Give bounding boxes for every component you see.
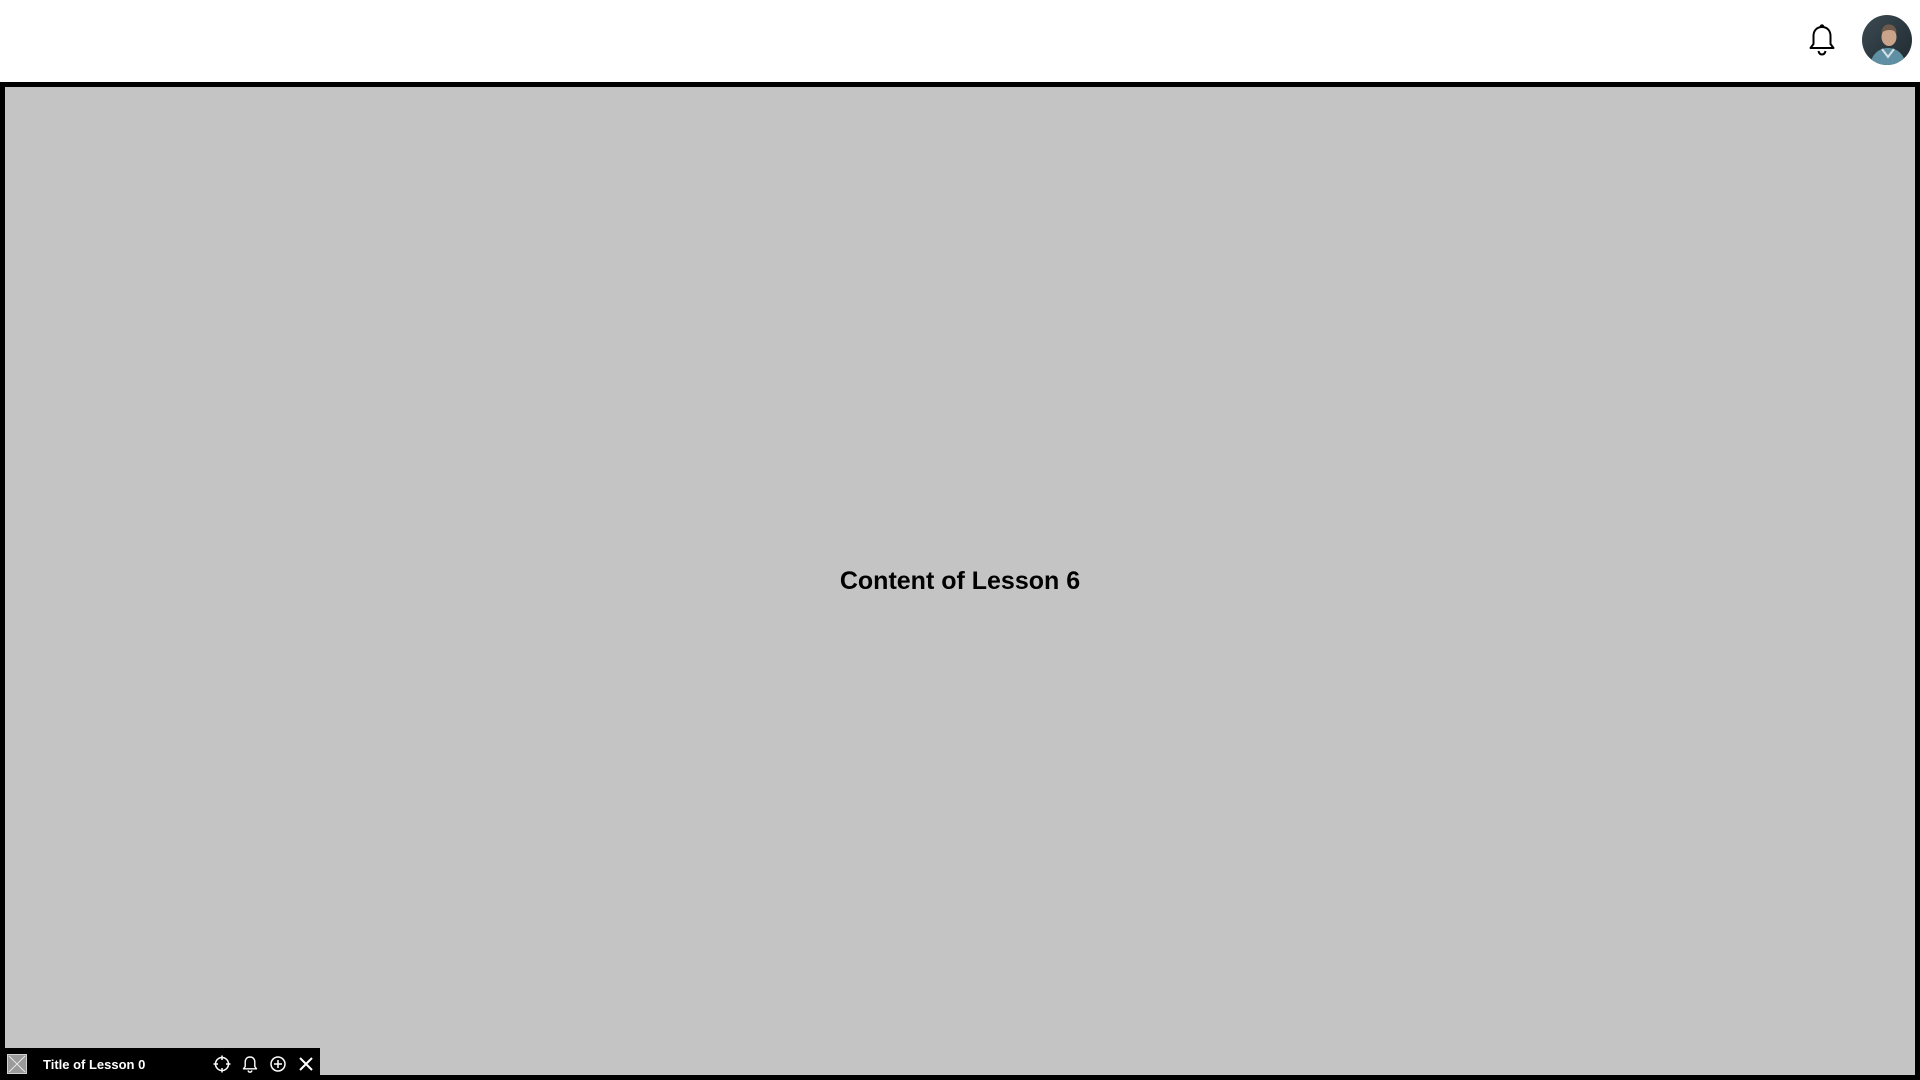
- user-avatar: [1862, 15, 1912, 65]
- mini-player-title: Title of Lesson 0: [43, 1056, 146, 1072]
- avatar[interactable]: [1862, 15, 1912, 65]
- lesson-content-area: Content of Lesson 6: [5, 87, 1915, 1075]
- mini-player-thumbnail[interactable]: [7, 1054, 27, 1074]
- notifications-button[interactable]: [1806, 22, 1838, 58]
- bell-icon: [1809, 24, 1835, 56]
- plus-circle-icon: [270, 1056, 286, 1072]
- top-bar: [0, 0, 1920, 82]
- mini-notifications-button[interactable]: [239, 1053, 261, 1075]
- crosshair-icon: [213, 1055, 231, 1073]
- close-icon: [299, 1057, 313, 1071]
- bell-icon: [242, 1056, 258, 1073]
- close-button[interactable]: [295, 1053, 317, 1075]
- crosshair-button[interactable]: [211, 1053, 233, 1075]
- lesson-content-text: Content of Lesson 6: [839, 566, 1081, 595]
- mini-player: Title of Lesson 0: [0, 1048, 320, 1080]
- mini-player-controls: [211, 1053, 317, 1075]
- add-button[interactable]: [267, 1053, 289, 1075]
- image-placeholder-icon: [8, 1055, 26, 1073]
- lesson-stage: Content of Lesson 6: [0, 82, 1920, 1080]
